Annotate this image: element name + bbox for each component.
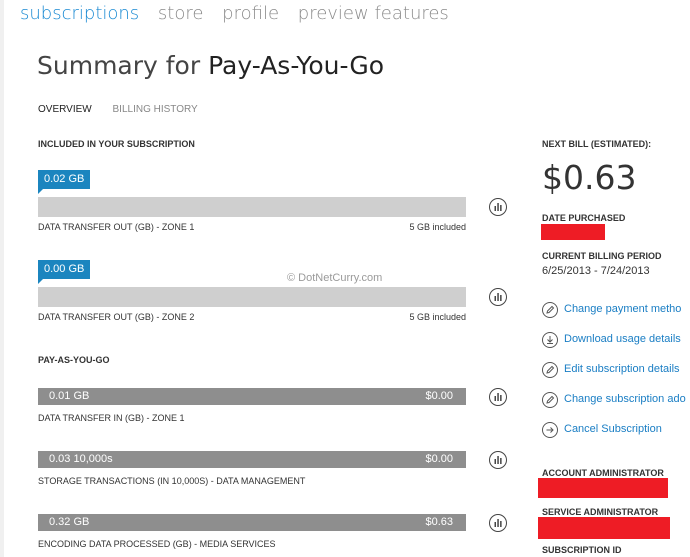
payg-bar: 0.32 GB $0.63 <box>38 514 466 531</box>
watermark: © DotNetCurry.com <box>287 272 383 284</box>
subscription-name: Pay-As-You-Go <box>208 51 385 80</box>
nav-preview-features[interactable]: preview features <box>298 3 449 24</box>
bar-chart-icon <box>494 293 502 301</box>
bar-chart-icon <box>494 393 502 401</box>
usage-chart-button[interactable] <box>489 388 507 406</box>
redacted-date-purchased <box>541 224 605 240</box>
payg-heading: PAY-AS-YOU-GO <box>38 355 110 365</box>
action-label: Edit subscription details <box>564 363 680 375</box>
payg-label: DATA TRANSFER IN (GB) - ZONE 1 <box>38 413 185 423</box>
usage-tag: 0.02 GB <box>38 170 91 194</box>
nav-profile[interactable]: profile <box>222 3 279 24</box>
usage-tag: 0.00 GB <box>38 260 91 284</box>
payg-usage: 0.03 10,000s <box>49 453 113 465</box>
payg-bar: 0.01 GB $0.00 <box>38 388 466 405</box>
top-nav: subscriptions store profile preview feat… <box>20 3 462 29</box>
included-amount: 5 GB included <box>409 312 466 322</box>
action-label: Change payment metho <box>564 303 682 315</box>
included-amount: 5 GB included <box>409 222 466 232</box>
payg-label: STORAGE TRANSACTIONS (IN 10,000S) - DATA… <box>38 476 306 486</box>
pencil-icon <box>542 392 558 408</box>
billing-period-value: 6/25/2013 - 7/24/2013 <box>542 265 650 277</box>
usage-label: DATA TRANSFER OUT (GB) - ZONE 2 <box>38 312 195 322</box>
action-label: Change subscription ado <box>564 393 686 405</box>
account-admin-heading: ACCOUNT ADMINISTRATOR <box>542 468 664 478</box>
service-admin-heading: SERVICE ADMINISTRATOR <box>542 507 659 517</box>
payg-cost: $0.63 <box>425 516 453 528</box>
tab-overview[interactable]: OVERVIEW <box>38 104 92 115</box>
included-heading: INCLUDED IN YOUR SUBSCRIPTION <box>38 139 195 149</box>
pencil-icon <box>542 362 558 378</box>
redacted-service-admin <box>538 517 670 539</box>
bar-chart-icon <box>494 203 502 211</box>
payg-label: ENCODING DATA PROCESSED (GB) - MEDIA SER… <box>38 539 276 549</box>
next-bill-amount: $0.63 <box>542 158 637 197</box>
usage-chart-button[interactable] <box>489 198 507 216</box>
action-label: Download usage details <box>564 333 681 345</box>
payg-bar: 0.03 10,000s $0.00 <box>38 451 466 468</box>
usage-chart-button[interactable] <box>489 514 507 532</box>
redacted-account-admin <box>538 478 668 498</box>
payg-cost: $0.00 <box>425 390 453 402</box>
payg-cost: $0.00 <box>425 453 453 465</box>
payg-usage: 0.01 GB <box>49 390 90 402</box>
page-title: Summary for Pay-As-You-Go <box>37 51 384 80</box>
subtabs: OVERVIEW BILLING HISTORY <box>38 104 216 115</box>
subscription-id-heading: SUBSCRIPTION ID <box>542 545 622 555</box>
tab-billing-history[interactable]: BILLING HISTORY <box>113 104 198 115</box>
date-purchased-heading: DATE PURCHASED <box>542 213 626 223</box>
usage-label: DATA TRANSFER OUT (GB) - ZONE 1 <box>38 222 195 232</box>
action-label: Cancel Subscription <box>564 423 662 435</box>
usage-chart-button[interactable] <box>489 288 507 306</box>
usage-bar <box>38 197 466 217</box>
download-icon <box>542 332 558 348</box>
payg-usage: 0.32 GB <box>49 516 90 528</box>
nav-subscriptions[interactable]: subscriptions <box>20 3 139 24</box>
arrow-right-icon <box>542 422 558 438</box>
bar-chart-icon <box>494 519 502 527</box>
billing-period-heading: CURRENT BILLING PERIOD <box>542 251 662 261</box>
page-title-prefix: Summary for <box>37 51 209 80</box>
usage-chart-button[interactable] <box>489 451 507 469</box>
pencil-icon <box>542 302 558 318</box>
usage-bar <box>38 287 466 307</box>
bar-chart-icon <box>494 456 502 464</box>
left-edge-border <box>0 0 4 557</box>
nav-store[interactable]: store <box>158 3 204 24</box>
next-bill-heading: NEXT BILL (ESTIMATED): <box>542 139 652 149</box>
